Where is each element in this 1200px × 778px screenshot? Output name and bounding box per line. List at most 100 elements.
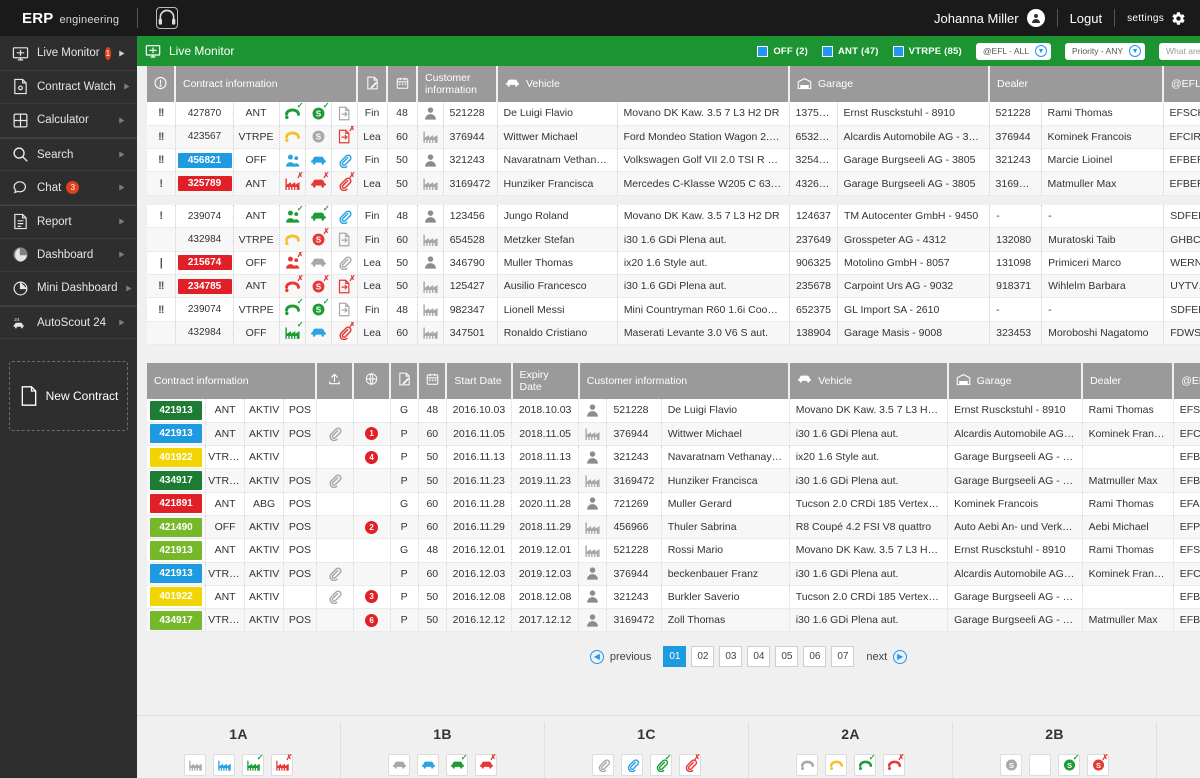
table-row[interactable]: 421913 VTRPE AKTIV POS P 60 2016.12.03 2… — [147, 562, 1200, 586]
contract-id[interactable]: 434917 — [150, 471, 203, 490]
status-icon-1[interactable]: ✓ — [279, 102, 306, 126]
sidebar-item-live-monitor[interactable]: Live Monitor 1 — [0, 37, 137, 71]
contract-id[interactable]: 421490 — [150, 517, 203, 537]
export-icon[interactable] — [336, 106, 353, 121]
search-input[interactable]: What are you loking for? — [1159, 42, 1200, 60]
legend-icon-box[interactable]: ✗ — [475, 754, 497, 776]
table-row[interactable]: 401922 ANT AKTIV 3 P 50 2016.12.08 2018.… — [147, 585, 1200, 610]
notification-cell[interactable]: 6 — [353, 608, 391, 633]
clip-icon[interactable] — [326, 589, 343, 605]
car-icon[interactable] — [310, 325, 327, 340]
table-row[interactable]: 432984 OFF ✓ ✗ Lea 60 347501 Ronaldo Cri… — [147, 321, 1200, 345]
legend-icon-box[interactable]: ✓ — [650, 754, 672, 776]
efl-select[interactable]: @EFL - ALL ▼ — [975, 42, 1052, 60]
filter-checkbox-ant[interactable]: ANT (47) — [822, 45, 879, 57]
clip-icon[interactable] — [326, 426, 343, 442]
contract-id[interactable]: 421913 — [150, 400, 203, 420]
notification-cell[interactable]: 4 — [353, 445, 391, 470]
contract-id-cell[interactable]: 401922 — [147, 445, 207, 470]
contract-id[interactable]: 432984 — [178, 325, 232, 340]
status-icon-2[interactable]: S ✓ — [305, 297, 332, 322]
column-header-customer-information[interactable]: Customer information — [578, 362, 791, 399]
coin-icon[interactable]: S ✗ — [310, 228, 330, 247]
status-icon-3[interactable]: ✗ — [331, 171, 358, 196]
priority-select[interactable]: Priority - ANY ▼ — [1065, 42, 1146, 60]
legend-icon-box[interactable]: S — [1000, 754, 1022, 776]
phone-icon[interactable]: ✗ — [284, 275, 304, 294]
legend-icon-box[interactable]: ✓ — [854, 754, 876, 776]
contract-id-cell[interactable]: 325789 — [175, 171, 234, 196]
column-header-expiry-date[interactable]: Expiry Date — [511, 362, 580, 399]
legend-icon-box[interactable] — [621, 754, 643, 776]
contract-id-cell[interactable]: 239074 — [175, 297, 234, 322]
clip-icon[interactable] — [596, 758, 611, 772]
previous-icon[interactable]: ◀ — [589, 649, 604, 664]
contract-id-cell[interactable]: 456821 — [175, 148, 234, 173]
status-icon-1[interactable]: ✗ — [279, 274, 306, 299]
legend-icon-box[interactable] — [184, 754, 206, 776]
status-icon-3[interactable] — [331, 227, 358, 252]
contract-id[interactable]: 239074 — [178, 302, 232, 317]
sidebar-item-autoscout-24[interactable]: 24 AutoScout 24 — [0, 305, 137, 340]
status-icon-1[interactable] — [279, 227, 306, 252]
column-header-vehicle[interactable]: Vehicle — [789, 362, 949, 399]
contract-id-cell[interactable]: 427870 — [175, 102, 234, 126]
car-icon[interactable]: ✓ — [310, 205, 330, 224]
factory-icon[interactable]: ✗ — [284, 172, 304, 191]
car-icon[interactable]: ✓ — [450, 754, 468, 772]
column-header-dealer[interactable]: Dealer — [989, 66, 1165, 102]
person-icon[interactable]: ✗ — [284, 251, 304, 270]
page-button-02[interactable]: 02 — [691, 646, 715, 668]
column-header-calendar-icon[interactable] — [418, 362, 448, 399]
phone-icon[interactable]: ✓ — [858, 754, 876, 772]
status-icon-1[interactable]: ✓ — [279, 321, 306, 345]
export-icon[interactable] — [336, 232, 353, 247]
pin-icon[interactable] — [111, 48, 129, 59]
page-button-01[interactable]: 01 — [663, 646, 687, 668]
contract-id-cell[interactable]: 421913 — [147, 422, 207, 447]
page-button-04[interactable]: 04 — [747, 646, 771, 668]
legend-icon-box[interactable]: ✓ — [242, 754, 264, 776]
table-row[interactable]: 434917 VTRAK AKTIV POS P 50 2016.11.23 2… — [147, 468, 1200, 493]
clip-icon[interactable]: ✗ — [683, 754, 701, 772]
page-button-05[interactable]: 05 — [775, 646, 799, 668]
coin-icon[interactable]: S — [1004, 758, 1019, 772]
factory-icon[interactable]: ✗ — [275, 754, 293, 772]
pin-icon[interactable] — [111, 317, 129, 328]
contract-id[interactable]: 421913 — [150, 540, 203, 560]
clip-icon[interactable]: ✓ — [654, 754, 672, 772]
notification-cell[interactable] — [353, 492, 391, 516]
contract-id-cell[interactable]: 421913 — [147, 398, 207, 423]
factory-icon[interactable] — [188, 758, 203, 772]
clip-icon[interactable] — [326, 566, 343, 582]
column-header-calendar-icon[interactable] — [387, 66, 418, 102]
column-header-upload-icon[interactable] — [316, 362, 355, 399]
filter-checkbox-vtrpe[interactable]: VTRPE (85) — [892, 45, 962, 57]
clip-icon[interactable] — [625, 758, 640, 772]
status-icon-2[interactable]: S ✗ — [305, 274, 332, 299]
clip-icon[interactable] — [336, 209, 353, 224]
sidebar-item-search[interactable]: Search — [0, 137, 137, 172]
phone-icon[interactable] — [284, 232, 301, 247]
clip-icon[interactable] — [336, 255, 353, 271]
notification-cell[interactable]: 3 — [353, 585, 391, 610]
notification-cell[interactable] — [353, 468, 391, 493]
legend-icon-box[interactable]: S ✗ — [1087, 754, 1109, 776]
factory-icon[interactable]: ✓ — [246, 754, 264, 772]
status-icon-3[interactable]: ✗ — [331, 125, 358, 150]
contract-id[interactable]: 239074 — [178, 209, 232, 224]
status-icon-3[interactable]: ✗ — [331, 274, 358, 299]
status-icon-2[interactable] — [305, 321, 332, 345]
legend-icon-box[interactable] — [796, 754, 818, 776]
gear-icon[interactable] — [1171, 11, 1186, 26]
contract-id[interactable]: 421891 — [150, 494, 203, 514]
attachment-cell[interactable] — [316, 422, 354, 447]
sidebar-item-mini-dashboard[interactable]: Mini Dashboard — [0, 272, 137, 306]
table-row[interactable]: !! 456821 OFF Fin 50 321243 Navaratnam V… — [147, 148, 1200, 173]
attachment-cell[interactable] — [316, 515, 354, 540]
contract-id-cell[interactable]: 432984 — [175, 321, 234, 345]
status-icon-3[interactable]: ✗ — [331, 321, 358, 345]
coin-icon[interactable]: S ✓ — [1062, 754, 1080, 772]
legend-icon-box[interactable] — [1029, 754, 1051, 776]
car-icon[interactable]: ✗ — [479, 754, 497, 772]
